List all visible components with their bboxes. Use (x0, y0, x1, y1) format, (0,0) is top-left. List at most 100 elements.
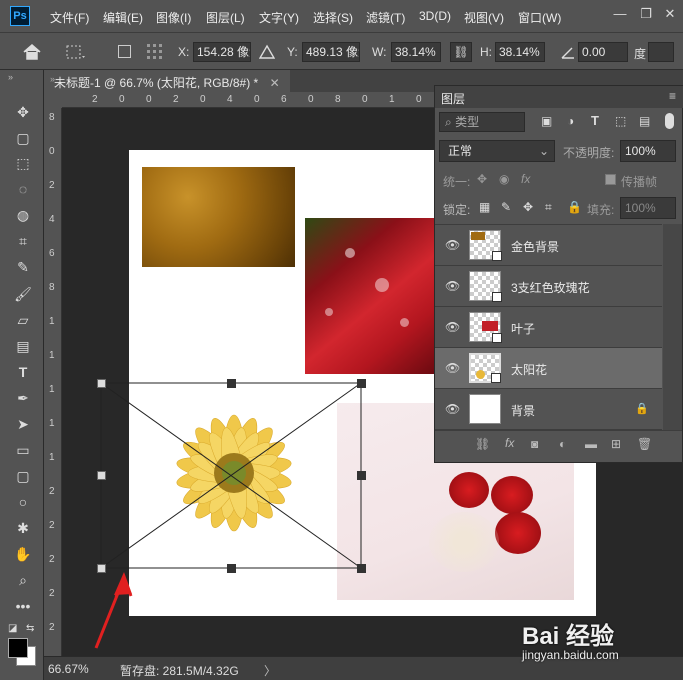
menu-type[interactable]: 文字(Y) (259, 9, 299, 26)
sunflower-layer[interactable] (144, 385, 334, 570)
close-window-button[interactable]: ✕ (662, 6, 678, 22)
visibility-eye-icon[interactable]: 👁 (445, 238, 460, 252)
artboard-tool-icon[interactable]: ▢ (13, 128, 33, 148)
transform-handle-top[interactable] (227, 379, 236, 388)
layer-row-sunflower[interactable]: 👁 太阳花 (435, 348, 662, 389)
menu-layer[interactable]: 图层(L) (206, 9, 245, 26)
path-select-tool-icon[interactable]: ➤ (13, 414, 33, 434)
more-tools-icon[interactable]: ••• (13, 596, 33, 616)
quick-select-tool-icon[interactable]: ◍ (13, 205, 33, 225)
ellipse-tool-icon[interactable]: ○ (13, 492, 33, 512)
visibility-eye-icon[interactable]: 👁 (445, 402, 460, 416)
visibility-eye-icon[interactable]: 👁 (445, 361, 460, 375)
lock-transparent-icon[interactable]: ▦ (479, 200, 490, 214)
transform-handle-left[interactable] (97, 471, 106, 480)
y-field[interactable]: 489.13 像素 (302, 42, 360, 62)
lock-artboard-icon[interactable]: ⌗ (545, 200, 552, 215)
visibility-eye-icon[interactable]: 👁 (445, 279, 460, 293)
menu-filter[interactable]: 滤镜(T) (366, 9, 405, 26)
layer-style-icon[interactable]: fx (505, 436, 514, 450)
layer-filter-select[interactable]: ⌕ 类型 (439, 112, 525, 132)
brush-tool-icon[interactable]: 🖌 (13, 284, 33, 304)
lock-position-icon[interactable]: ✥ (523, 200, 533, 214)
delta-icon[interactable] (259, 44, 275, 60)
roses-layer[interactable] (429, 462, 569, 582)
document-tab[interactable]: 未标题-1 @ 66.7% (太阳花, RGB/8#) * ✕ (44, 70, 290, 92)
menu-file[interactable]: 文件(F) (50, 9, 89, 26)
default-colors-icon[interactable]: ◪ (8, 623, 17, 634)
eyedropper-tool-icon[interactable]: ✎ (13, 257, 33, 277)
menu-edit[interactable]: 编辑(E) (103, 9, 143, 26)
reference-checkbox[interactable] (118, 45, 131, 58)
restore-button[interactable]: ❐ (638, 6, 654, 22)
transform-handle-top-right[interactable] (357, 379, 366, 388)
home-icon[interactable] (22, 43, 42, 61)
layer-row-gold-background[interactable]: 👁 金色背景 (435, 225, 662, 266)
transform-handle-bottom-left[interactable] (97, 564, 106, 573)
rectangle-tool-icon[interactable]: ▭ (13, 440, 33, 460)
layer-row-leaf[interactable]: 👁 叶子 (435, 307, 662, 348)
menu-3d[interactable]: 3D(D) (419, 9, 451, 23)
rounded-rect-tool-icon[interactable]: ▢ (13, 466, 33, 486)
menu-image[interactable]: 图像(I) (156, 9, 191, 26)
move-tool-icon[interactable]: ✥ (13, 102, 33, 122)
adjustment-layer-icon[interactable]: ◐ (559, 437, 566, 451)
marquee-tool-icon[interactable]: ⬚ (13, 153, 33, 173)
filter-adjustment-icon[interactable]: ◑ (567, 114, 574, 128)
zoom-level[interactable]: 66.67% (48, 662, 89, 676)
add-mask-icon[interactable]: ◙ (531, 437, 538, 451)
filter-smart-icon[interactable]: ▤ (639, 114, 650, 128)
height-field[interactable]: 38.14% (495, 42, 545, 62)
minimize-button[interactable]: — (612, 6, 628, 22)
custom-shape-tool-icon[interactable]: ✱ (13, 518, 33, 538)
blend-mode-select[interactable]: 正常 ⌄ (439, 140, 555, 162)
unify-style-icon[interactable]: fx (521, 172, 530, 186)
lock-all-icon[interactable]: 🔒 (567, 200, 582, 214)
eraser-tool-icon[interactable]: ▱ (13, 310, 33, 330)
transform-handle-bottom[interactable] (227, 564, 236, 573)
menu-window[interactable]: 窗口(W) (518, 9, 561, 26)
link-layers-icon[interactable]: ⛓ (475, 437, 490, 451)
transform-handle-right[interactable] (357, 471, 366, 480)
gradient-tool-icon[interactable]: ▤ (13, 336, 33, 356)
new-group-icon[interactable]: ▬ (585, 437, 597, 451)
layer-row-background[interactable]: 👁 背景 🔒 (435, 389, 662, 430)
menu-select[interactable]: 选择(S) (313, 9, 353, 26)
lasso-tool-icon[interactable]: ◌ (13, 179, 33, 199)
layer-row-roses[interactable]: 👁 3支红色玫瑰花 (435, 266, 662, 307)
swap-colors-icon[interactable]: ⇆ (26, 623, 34, 634)
angle-field[interactable]: 0.00 (578, 42, 628, 62)
zoom-tool-icon[interactable]: ⌕ (13, 570, 33, 590)
panel-menu-icon[interactable]: ≡ (669, 89, 676, 103)
filter-type-icon[interactable]: T (591, 113, 599, 128)
foreground-color-swatch[interactable] (8, 638, 28, 658)
transform-handle-bottom-right[interactable] (357, 564, 366, 573)
lock-pixels-icon[interactable]: ✎ (501, 200, 511, 214)
x-field[interactable]: 154.28 像素 (193, 42, 251, 62)
filter-toggle[interactable] (665, 113, 674, 129)
hand-tool-icon[interactable]: ✋ (13, 544, 33, 564)
interpolation-select[interactable] (648, 42, 674, 62)
delete-layer-icon[interactable]: 🗑 (637, 437, 652, 451)
fill-field[interactable]: 100% (620, 197, 676, 219)
filter-pixel-icon[interactable]: ▣ (541, 114, 552, 128)
pen-tool-icon[interactable]: ✒ (13, 388, 33, 408)
visibility-eye-icon[interactable]: 👁 (445, 320, 460, 334)
type-tool-icon[interactable]: T (13, 362, 33, 382)
status-menu-arrow[interactable]: 〉 (264, 662, 276, 679)
red-leaf-layer[interactable] (305, 218, 435, 374)
crop-tool-icon[interactable]: ⌗ (13, 231, 33, 251)
unify-position-icon[interactable]: ✥ (477, 172, 487, 186)
tab-close-icon[interactable]: ✕ (270, 76, 280, 90)
collapse-icon[interactable]: » (8, 72, 13, 82)
width-field[interactable]: 38.14% (391, 42, 441, 62)
link-icon[interactable]: ⛓ (450, 42, 472, 62)
propagate-checkbox[interactable] (605, 174, 616, 185)
unify-visibility-icon[interactable]: ◉ (499, 172, 509, 186)
layers-scrollbar[interactable] (663, 224, 682, 430)
new-layer-icon[interactable]: ⊞ (611, 437, 621, 451)
layers-panel-title[interactable]: 图层 (441, 90, 465, 107)
reference-point-icon[interactable] (64, 43, 86, 61)
filter-shape-icon[interactable]: ⬚ (615, 114, 626, 128)
opacity-field[interactable]: 100% (620, 140, 676, 162)
